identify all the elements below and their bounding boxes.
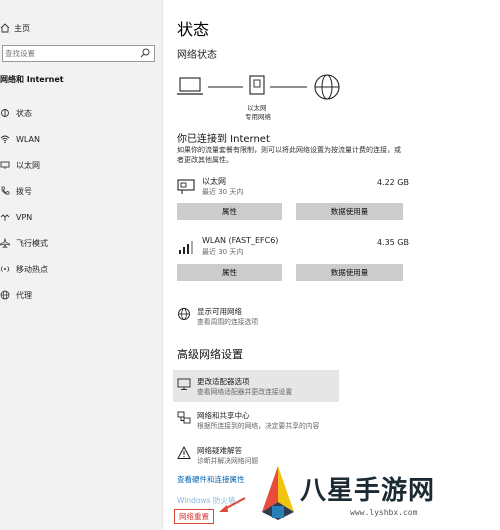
network-status-heading: 网络状态 — [177, 50, 217, 61]
sidebar-item-hotspot[interactable]: 移动热点 — [0, 256, 160, 282]
ethernet-icon — [0, 161, 10, 169]
ethernet-properties-button[interactable]: 属性 — [177, 203, 282, 220]
watermark-url: www.lyshbx.com — [350, 508, 418, 517]
show-networks-desc: 查看周围的连接选项 — [197, 318, 259, 326]
adapter-name: 以太网 — [202, 177, 226, 186]
search-box[interactable] — [2, 45, 155, 62]
ethernet-data-usage-button[interactable]: 数据使用量 — [296, 203, 403, 220]
sidebar-item-vpn[interactable]: VPN — [0, 204, 160, 230]
sidebar-item-label: WLAN — [16, 134, 41, 144]
change-adapter-desc: 查看网络适配器并更改连接设置 — [197, 388, 293, 396]
wifi-icon — [0, 135, 10, 144]
home-label: 主页 — [14, 23, 30, 33]
sidebar-item-label: 代理 — [16, 290, 32, 300]
wifi-signal-icon — [179, 241, 193, 254]
warning-icon — [177, 446, 191, 459]
phone-icon — [1, 186, 10, 195]
sidebar-item-label: VPN — [16, 212, 33, 222]
sharing-center-desc: 根据所连接到的网络，决定要共享的内容 — [197, 422, 320, 430]
advanced-settings-heading: 高级网络设置 — [177, 348, 243, 361]
adapter-name: WLAN (FAST_EFC6) — [202, 236, 279, 245]
sidebar-item-proxy[interactable]: 代理 — [0, 282, 160, 308]
adapter-period: 最近 30 天内 — [202, 248, 244, 256]
sidebar-item-label: 飞行模式 — [16, 238, 48, 248]
watermark-text: 八星手游网 — [300, 476, 436, 506]
sidebar-item-airplane[interactable]: 飞行模式 — [0, 230, 160, 256]
sidebar: 主页 网络和 Internet 状态 WLAN 以太网 拨号 VPN 飞行模式 — [0, 0, 163, 530]
connected-description: 如果你的流量套餐有限制，则可以将此网络设置为按流量计费的连接，或者更改其他属性。 — [177, 146, 401, 164]
status-icon — [1, 109, 9, 117]
adapter-period: 最近 30 天内 — [202, 188, 244, 196]
sidebar-item-dialup[interactable]: 拨号 — [0, 178, 160, 204]
main-content: 状态 网络状态 以太网 专用网络 你已连接到 Internet 如果你的流量套餐… — [173, 0, 500, 530]
sidebar-section-title: 网络和 Internet — [0, 75, 64, 84]
sidebar-nav: 状态 WLAN 以太网 拨号 VPN 飞行模式 移动热点 代理 — [0, 100, 160, 308]
sidebar-item-label: 以太网 — [16, 160, 40, 170]
router-icon — [249, 75, 265, 95]
sidebar-item-wlan[interactable]: WLAN — [0, 126, 160, 152]
diagram-label-line2: 专用网络 — [245, 113, 271, 121]
sidebar-item-ethernet[interactable]: 以太网 — [0, 152, 160, 178]
wlan-data-usage-button[interactable]: 数据使用量 — [296, 264, 403, 281]
wlan-properties-button[interactable]: 属性 — [177, 264, 282, 281]
vpn-icon — [0, 214, 10, 221]
network-diagram: 以太网 专用网络 — [177, 72, 347, 122]
laptop-icon — [177, 77, 203, 95]
sidebar-home[interactable]: 主页 — [0, 20, 30, 36]
airplane-icon — [0, 238, 10, 248]
monitor-icon — [177, 378, 191, 390]
connected-title: 你已连接到 Internet — [177, 134, 270, 145]
ethernet-adapter-icon — [177, 179, 195, 194]
sidebar-item-label: 状态 — [16, 108, 32, 118]
search-icon[interactable] — [140, 48, 150, 58]
sharing-center-icon — [177, 411, 191, 424]
hotspot-icon — [0, 266, 10, 272]
network-reset-link[interactable]: 网络重置 — [174, 509, 214, 524]
pointer-arrow-icon — [219, 497, 246, 512]
globe-icon — [0, 290, 10, 300]
globe-network-icon — [178, 308, 190, 320]
troubleshooter-desc: 诊断并解决网络问题 — [197, 457, 259, 465]
sidebar-item-status[interactable]: 状态 — [0, 100, 160, 126]
internet-globe-icon — [314, 74, 340, 100]
sidebar-item-label: 拨号 — [16, 186, 32, 196]
adapter-data-size: 4.35 GB — [376, 238, 409, 247]
sidebar-item-label: 移动热点 — [16, 264, 48, 274]
page-title: 状态 — [177, 20, 210, 39]
hardware-properties-link[interactable]: 查看硬件和连接属性 — [177, 474, 245, 485]
search-input[interactable] — [5, 49, 135, 58]
adapter-data-size: 4.22 GB — [376, 178, 409, 187]
home-icon — [0, 23, 10, 33]
